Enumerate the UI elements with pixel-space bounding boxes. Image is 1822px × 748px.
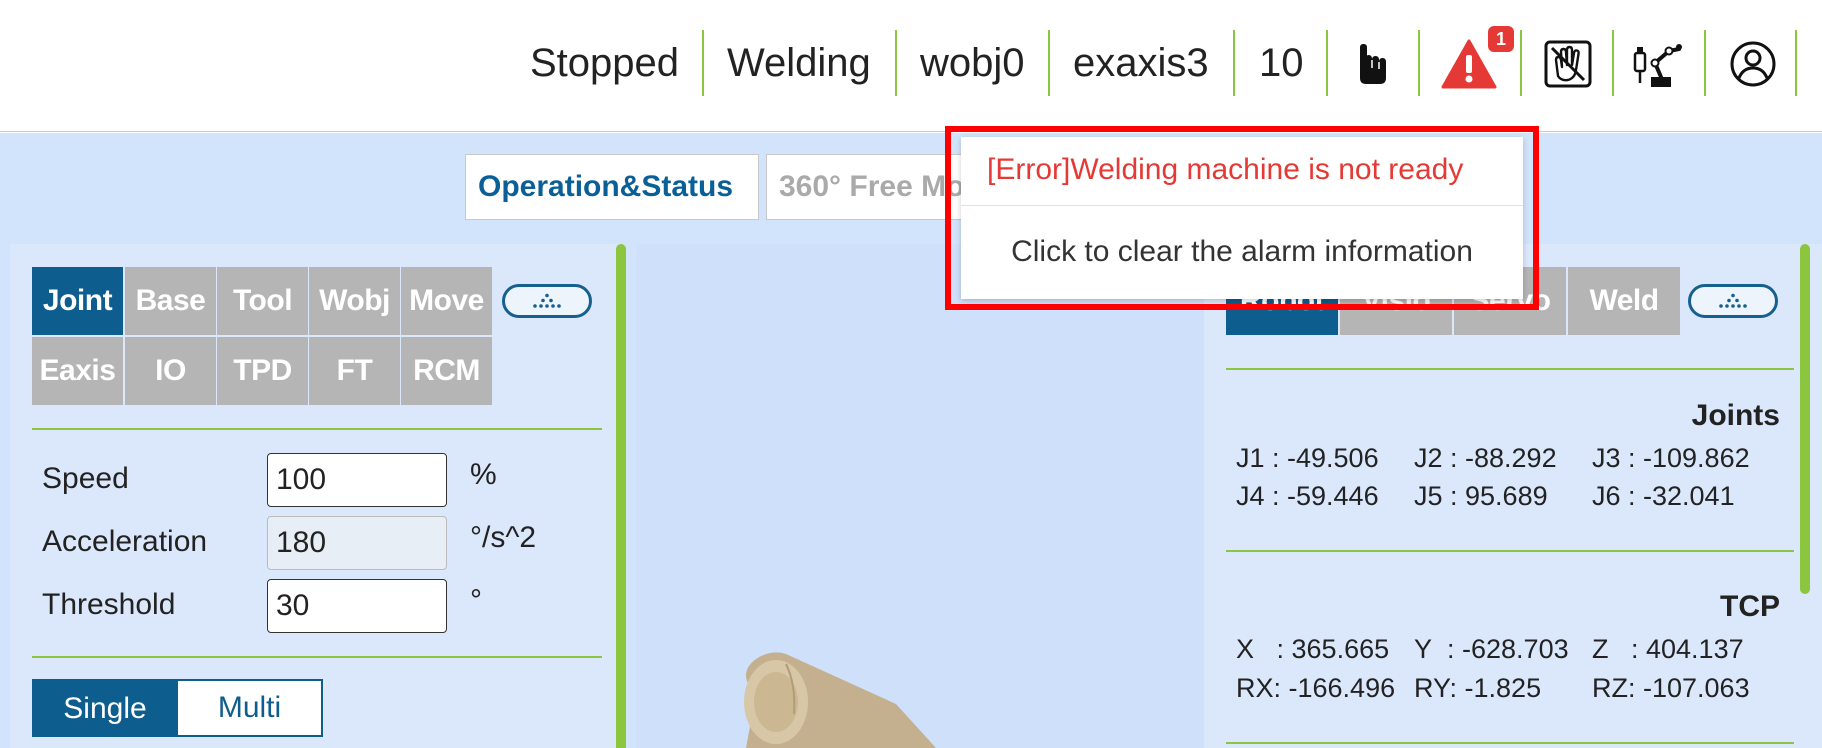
separator	[1326, 30, 1328, 96]
tool-button[interactable]: Tool	[217, 267, 308, 335]
multi-mode-button[interactable]: Multi	[178, 679, 323, 737]
tab-free-view[interactable]: 360° Free Mo	[766, 154, 966, 220]
joint-value: J3 : -109.862	[1592, 443, 1750, 473]
divider	[1226, 550, 1794, 552]
tcp-value: Z : 404.137	[1592, 634, 1744, 664]
separator	[702, 30, 704, 96]
separator	[895, 30, 897, 96]
separator	[1418, 30, 1420, 96]
user-icon[interactable]	[1725, 36, 1781, 92]
tab-operation-status[interactable]: Operation&Status	[465, 154, 759, 220]
joint-value: J4 : -59.446	[1236, 481, 1379, 511]
joint-value: J6 : -32.041	[1592, 481, 1735, 511]
alarm-popup: [Error]Welding machine is not ready Clic…	[961, 137, 1523, 299]
tcp-value: RX: -166.496	[1236, 673, 1396, 703]
hand-guide-icon[interactable]	[1540, 36, 1596, 92]
threshold-input[interactable]: 30	[267, 579, 447, 633]
speed-label: Speed	[42, 462, 129, 495]
divider	[32, 656, 602, 658]
robot-3d-view[interactable]	[636, 244, 1204, 748]
move-button[interactable]: Move	[401, 267, 492, 335]
joint-button[interactable]: Joint	[32, 267, 123, 335]
dots-icon[interactable]	[502, 284, 592, 318]
tcp-value: RY: -1.825	[1414, 673, 1542, 703]
ext-axis-status[interactable]: exaxis3	[1073, 36, 1209, 90]
separator	[1233, 30, 1235, 96]
robot-model	[744, 652, 936, 748]
divider	[1226, 742, 1794, 744]
panel-scrollbar[interactable]	[1800, 244, 1810, 594]
wobj-button[interactable]: Wobj	[309, 267, 400, 335]
tcp-value: RZ: -107.063	[1592, 673, 1750, 703]
acceleration-unit: °/s^2	[470, 521, 537, 554]
tcp-value: X : 365.665	[1236, 634, 1390, 664]
panel-scrollbar[interactable]	[616, 244, 626, 748]
dots-icon[interactable]	[1688, 284, 1778, 318]
clear-alarm-button[interactable]: Click to clear the alarm information	[961, 235, 1523, 269]
io-button[interactable]: IO	[125, 337, 216, 405]
separator	[1704, 30, 1706, 96]
single-mode-button[interactable]: Single	[32, 679, 178, 737]
separator	[1612, 30, 1614, 96]
divider	[961, 205, 1523, 206]
divider	[1226, 368, 1794, 370]
alarm-count-badge: 1	[1488, 26, 1514, 52]
mode-status[interactable]: Welding	[727, 36, 871, 90]
tcp-value: Y : -628.703	[1414, 634, 1569, 664]
rcm-button[interactable]: RCM	[401, 337, 492, 405]
ft-button[interactable]: FT	[309, 337, 400, 405]
joints-title: Joints	[1691, 399, 1780, 432]
joint-value: J1 : -49.506	[1236, 443, 1379, 473]
acceleration-label: Acceleration	[42, 525, 208, 558]
separator	[1048, 30, 1050, 96]
speed-status[interactable]: 10	[1259, 36, 1304, 90]
robot-info-panel: Robot Visio Servo Weld Joints J1 : -49.5…	[1204, 244, 1822, 748]
divider	[32, 428, 602, 430]
tpd-button[interactable]: TPD	[217, 337, 308, 405]
main-area: Operation&Status 360° Free Mo Joint Base…	[0, 133, 1822, 748]
eaxis-button[interactable]: Eaxis	[32, 337, 123, 405]
run-status[interactable]: Stopped	[530, 36, 679, 90]
joint-value: J2 : -88.292	[1414, 443, 1557, 473]
hand-pointer-icon[interactable]	[1345, 36, 1401, 92]
threshold-label: Threshold	[42, 588, 176, 621]
tcp-title: TCP	[1720, 590, 1780, 623]
jog-panel: Joint Base Tool Wobj Move Eaxis IO TPD F…	[10, 244, 622, 748]
speed-unit: %	[470, 458, 497, 491]
robot-teach-icon[interactable]	[1631, 36, 1687, 92]
base-button[interactable]: Base	[125, 267, 216, 335]
workobject-status[interactable]: wobj0	[920, 36, 1025, 90]
threshold-unit: °	[470, 584, 482, 617]
acceleration-input: 180	[267, 516, 447, 570]
joint-value: J5 : 95.689	[1414, 481, 1548, 511]
separator	[1520, 30, 1522, 96]
separator	[1795, 30, 1797, 96]
alarm-message: [Error]Welding machine is not ready	[987, 153, 1464, 186]
status-bar: Stopped Welding wobj0 exaxis3 10 1	[0, 0, 1822, 132]
speed-input[interactable]: 100	[267, 453, 447, 507]
tab-weld[interactable]: Weld	[1568, 267, 1680, 335]
